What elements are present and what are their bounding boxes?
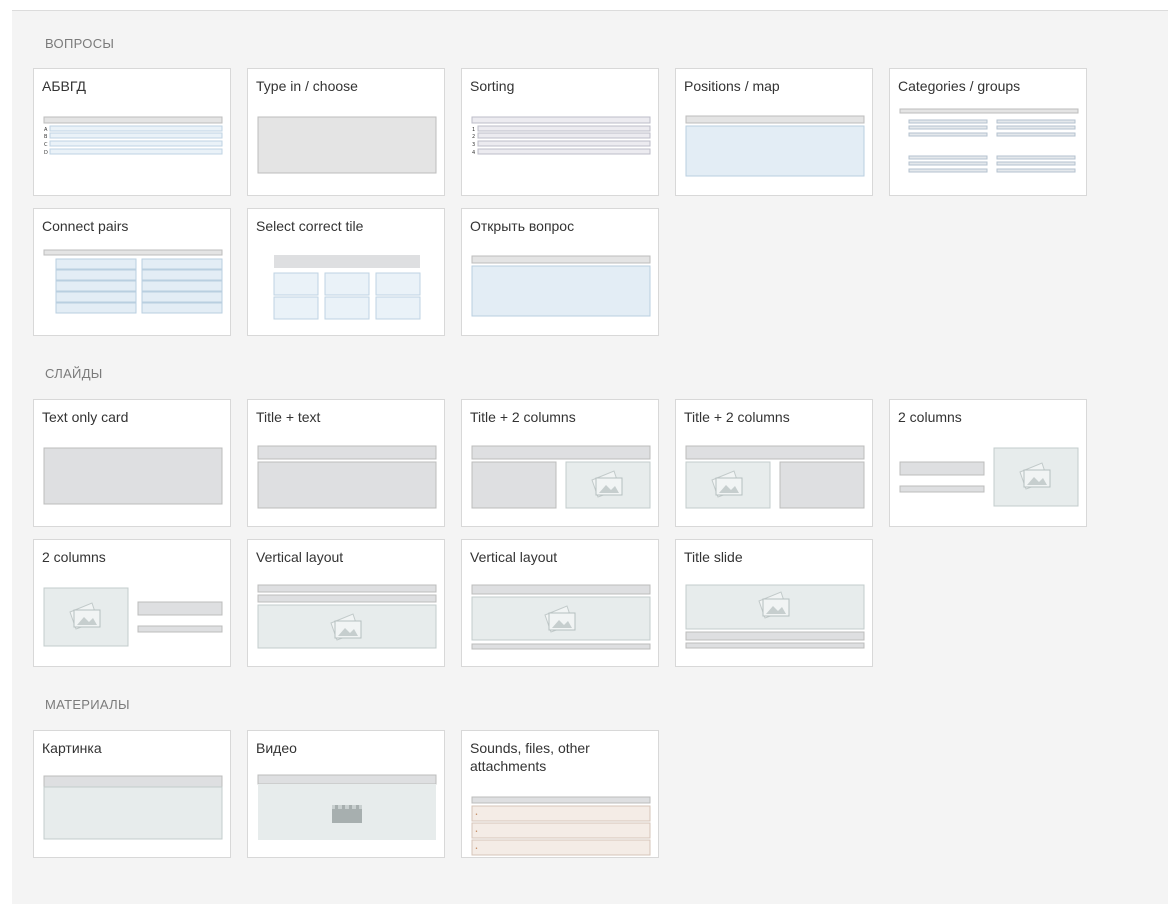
- image-preview: [43, 775, 223, 840]
- choice-marker: A: [44, 127, 48, 133]
- template-card-type-in[interactable]: Type in / choose: [247, 68, 445, 196]
- sorting-preview: 1 2 3 4: [471, 116, 651, 156]
- title-slide-preview: [685, 584, 865, 649]
- vertical-layout-preview: [257, 584, 437, 649]
- template-card-sorting[interactable]: Sorting 1 2 3 4: [461, 68, 659, 196]
- attachment-bullet: •: [475, 846, 478, 852]
- template-card-two-columns-image-right[interactable]: 2 columns: [889, 399, 1087, 527]
- template-card-categories[interactable]: Categories / groups: [889, 68, 1087, 196]
- template-card-video[interactable]: Видео: [247, 730, 445, 858]
- positions-map-preview: [685, 115, 865, 177]
- categories-preview: [899, 108, 1079, 173]
- attachment-bullet: •: [475, 812, 478, 818]
- sort-marker: 2: [472, 134, 475, 140]
- template-card-title-slide[interactable]: Title slide: [675, 539, 873, 667]
- section-title-slides: СЛАЙДЫ: [45, 366, 103, 381]
- connect-pairs-preview: [43, 249, 223, 314]
- two-columns-preview: [43, 587, 223, 647]
- sort-marker: 3: [472, 142, 475, 148]
- vertical-layout-preview: [471, 584, 651, 650]
- title-two-columns-preview: [471, 445, 651, 509]
- video-preview: [257, 774, 437, 840]
- template-card-title-two-columns-image-right[interactable]: Title + 2 columns: [461, 399, 659, 527]
- template-card-two-columns-image-left[interactable]: 2 columns: [33, 539, 231, 667]
- title-text-preview: [257, 445, 437, 509]
- template-card-image[interactable]: Картинка: [33, 730, 231, 858]
- template-card-title-two-columns-image-left[interactable]: Title + 2 columns: [675, 399, 873, 527]
- choice-marker: C: [44, 142, 48, 148]
- attachments-preview: • • •: [471, 796, 651, 856]
- section-title-materials: МАТЕРИАЛЫ: [45, 697, 130, 712]
- text-only-preview: [43, 447, 223, 505]
- template-card-attachments[interactable]: Sounds, files, other attachments • • •: [461, 730, 659, 858]
- multiple-choice-preview: A B C D: [43, 116, 223, 156]
- template-card-text-only[interactable]: Text only card: [33, 399, 231, 527]
- clapperboard-icon: [332, 805, 362, 823]
- template-card-title-text[interactable]: Title + text: [247, 399, 445, 527]
- template-card-connect-pairs[interactable]: Connect pairs: [33, 208, 231, 336]
- section-title-questions: ВОПРОСЫ: [45, 36, 115, 51]
- sort-marker: 4: [472, 150, 475, 156]
- two-columns-preview: [899, 447, 1079, 507]
- template-card-multiple-choice[interactable]: АБВГД A B C D: [33, 68, 231, 196]
- type-in-preview: [257, 116, 437, 174]
- select-tile-preview: [273, 255, 421, 320]
- template-card-vertical-layout[interactable]: Vertical layout: [247, 539, 445, 667]
- title-two-columns-preview: [685, 445, 865, 509]
- template-card-vertical-layout[interactable]: Vertical layout: [461, 539, 659, 667]
- template-card-select-tile[interactable]: Select correct tile: [247, 208, 445, 336]
- sort-marker: 1: [472, 127, 475, 133]
- template-card-open-question[interactable]: Открыть вопрос: [461, 208, 659, 336]
- choice-marker: D: [44, 150, 48, 156]
- template-card-positions-map[interactable]: Positions / map: [675, 68, 873, 196]
- choice-marker: B: [44, 134, 48, 140]
- attachment-bullet: •: [475, 829, 478, 835]
- open-question-preview: [471, 255, 651, 317]
